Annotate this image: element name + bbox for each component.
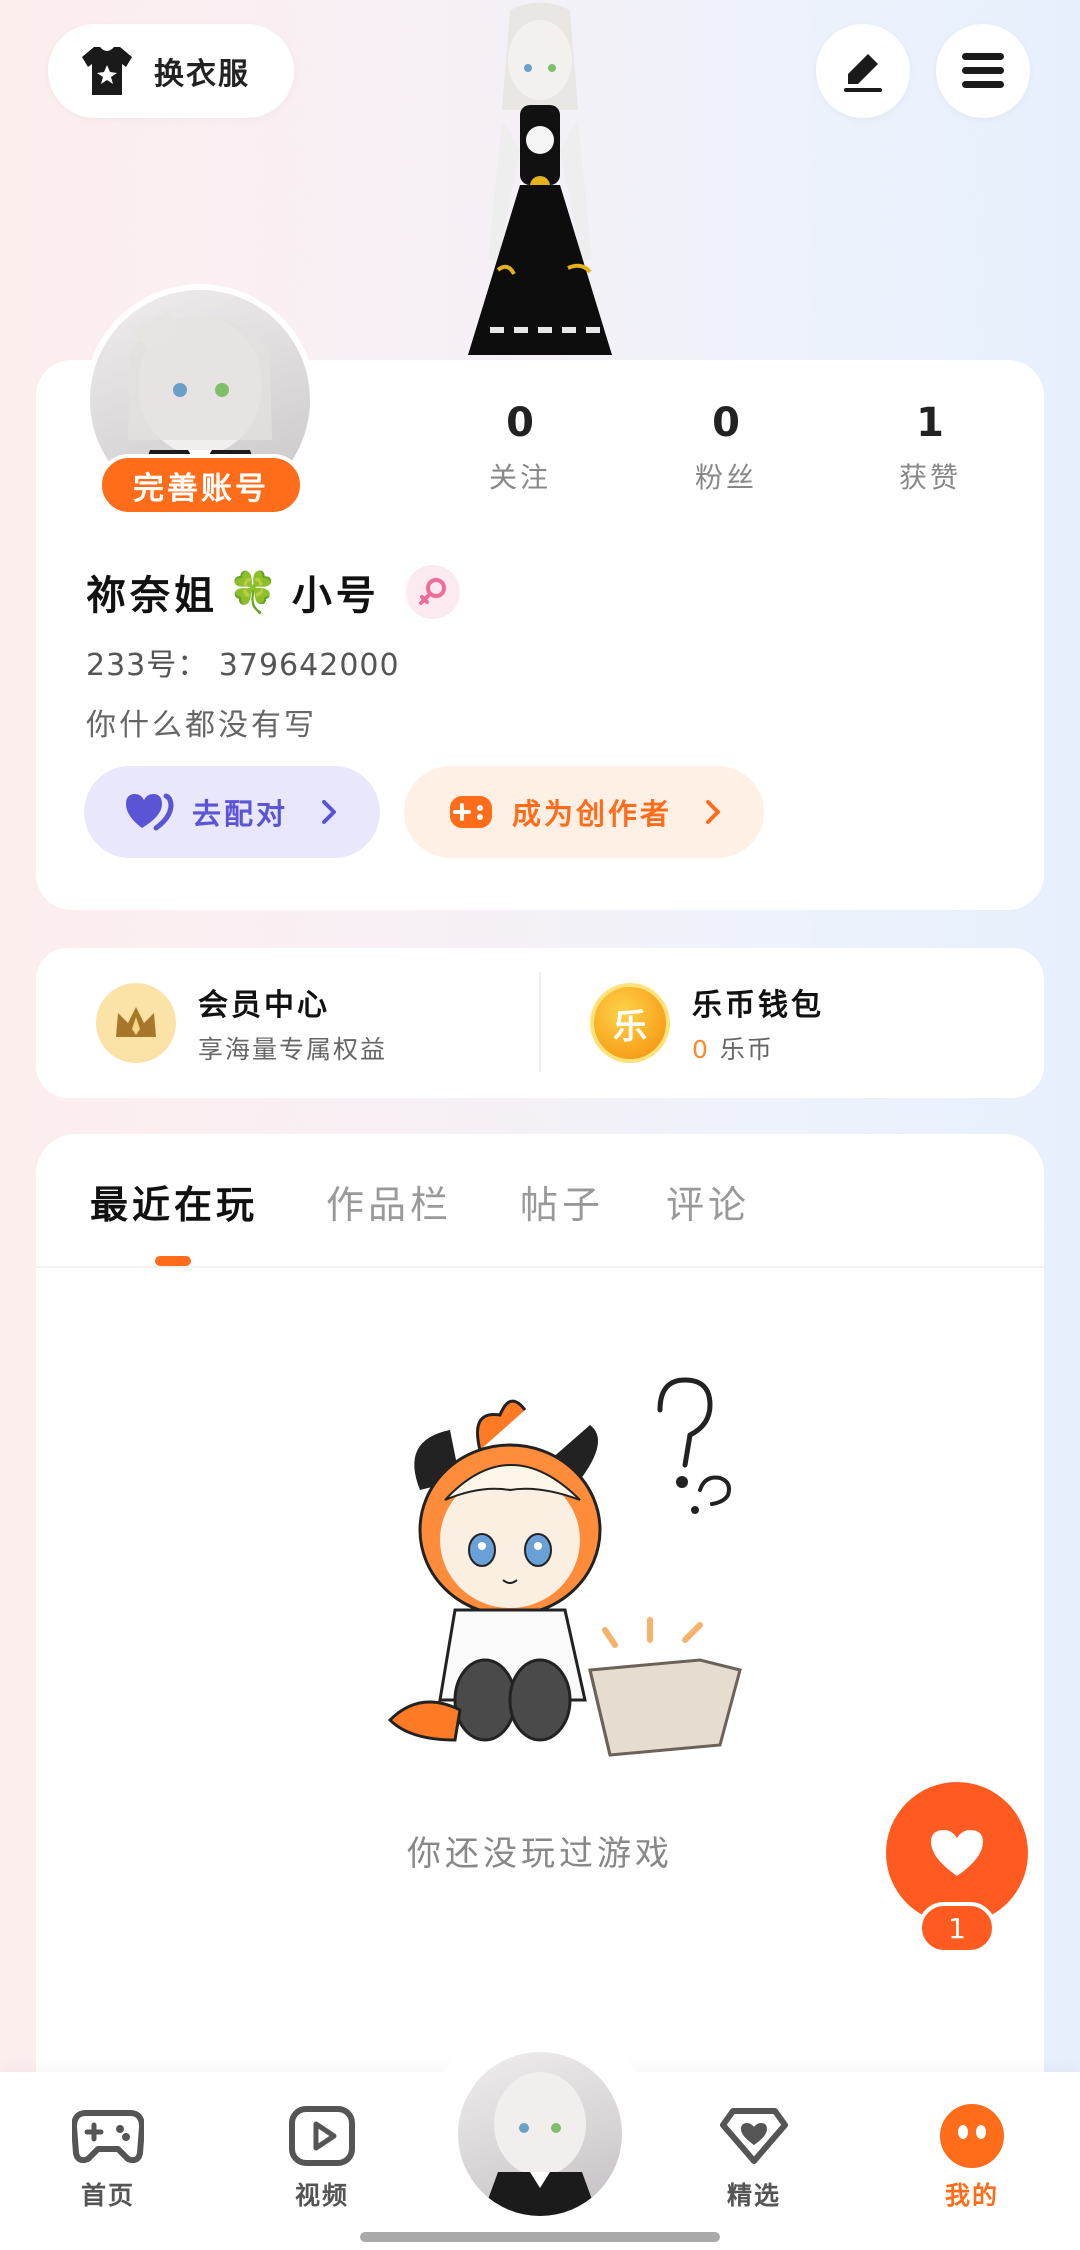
coin-wallet[interactable]: 乐 乐币钱包 0 乐币 — [590, 980, 824, 1066]
become-creator-label: 成为创作者 — [512, 797, 673, 831]
nav-mine[interactable]: 我的 — [912, 2100, 1032, 2212]
divider — [539, 972, 541, 1072]
female-icon — [418, 578, 446, 605]
nav-video-label: 视频 — [294, 2181, 349, 2210]
coin-icon: 乐 — [590, 983, 670, 1063]
go-pair-label: 去配对 — [192, 797, 289, 831]
username-row: 祢奈姐 🍀 小号 — [86, 560, 460, 624]
crown-badge — [96, 983, 176, 1063]
profile-tabs: 最近在玩 作品栏 帖子 评论 — [0, 1166, 1080, 1256]
tabs-divider — [36, 1266, 1044, 1268]
empty-state-illustration — [387, 1377, 742, 1757]
gamepad-icon — [450, 796, 492, 828]
tab-posts[interactable]: 帖子 — [520, 1174, 604, 1229]
coin-glyph: 乐 — [613, 1006, 647, 1047]
nav-featured[interactable]: 精选 — [694, 2100, 814, 2212]
chevron-right-icon — [706, 800, 721, 824]
stat-likes[interactable]: 1 获赞 — [850, 400, 1010, 496]
menu-button[interactable] — [936, 24, 1030, 118]
edit-profile-button[interactable] — [816, 24, 910, 118]
gender-badge — [405, 565, 460, 619]
wallet-amount: 0 — [692, 1035, 710, 1064]
play-icon — [289, 2106, 355, 2166]
tab-works[interactable]: 作品栏 — [326, 1174, 452, 1229]
home-indicator[interactable] — [360, 2232, 720, 2242]
nav-featured-label: 精选 — [726, 2181, 781, 2210]
vip-title: 会员中心 — [198, 988, 330, 1023]
active-tab-indicator — [155, 1256, 191, 1266]
wallet-balance: 0 乐币 — [692, 1030, 824, 1066]
stat-following[interactable]: 0 关注 — [440, 400, 600, 496]
chevron-right-icon — [322, 800, 337, 824]
tab-comments[interactable]: 评论 — [666, 1174, 750, 1229]
avatar-image — [482, 2072, 598, 2216]
pen-icon — [844, 54, 882, 92]
username-emoji: 🍀 — [228, 569, 282, 616]
followers-label: 粉丝 — [694, 461, 757, 494]
character-figure[interactable] — [440, 0, 640, 360]
hamburger-menu-icon — [962, 53, 1004, 88]
bio[interactable]: 你什么都没有写 — [86, 700, 317, 744]
tab-recently-played[interactable]: 最近在玩 — [90, 1174, 258, 1229]
heart-diamond-icon — [720, 2108, 788, 2164]
change-outfit-label: 换衣服 — [154, 57, 250, 92]
heart-icon — [931, 1830, 983, 1876]
followers-count: 0 — [712, 400, 740, 446]
likes-count: 1 — [916, 400, 944, 446]
nav-mine-label: 我的 — [944, 2181, 999, 2210]
stats-row: 0 关注 0 粉丝 1 获赞 — [0, 400, 1080, 510]
vip-center[interactable]: 会员中心 享海量专属权益 — [96, 980, 387, 1066]
nav-video[interactable]: 视频 — [262, 2100, 382, 2212]
following-label: 关注 — [488, 461, 551, 494]
center-avatar-button[interactable] — [452, 2046, 628, 2222]
wallet-title: 乐币钱包 — [692, 988, 824, 1023]
like-count-badge: 1 — [918, 1902, 996, 1954]
username: 祢奈姐 — [86, 573, 218, 619]
stat-followers[interactable]: 0 粉丝 — [646, 400, 806, 496]
nav-home[interactable]: 首页 — [48, 2100, 168, 2212]
username-suffix: 小号 — [291, 573, 380, 619]
gamepad-icon — [72, 2110, 144, 2164]
become-creator-button[interactable]: 成为创作者 — [404, 766, 764, 858]
smiley-icon — [940, 2104, 1004, 2168]
likes-label: 获赞 — [898, 461, 961, 494]
tshirt-icon — [82, 47, 132, 95]
user-id: 233号： 379642000 — [86, 648, 400, 683]
crown-icon — [116, 1007, 156, 1037]
change-outfit-button[interactable]: 换衣服 — [48, 24, 294, 118]
heart-pair-icon — [126, 793, 174, 831]
vip-subtitle: 享海量专属权益 — [198, 1035, 388, 1064]
following-count: 0 — [506, 400, 534, 446]
wallet-unit: 乐币 — [719, 1035, 774, 1064]
nav-home-label: 首页 — [80, 2181, 135, 2210]
go-pair-button[interactable]: 去配对 — [84, 766, 380, 858]
